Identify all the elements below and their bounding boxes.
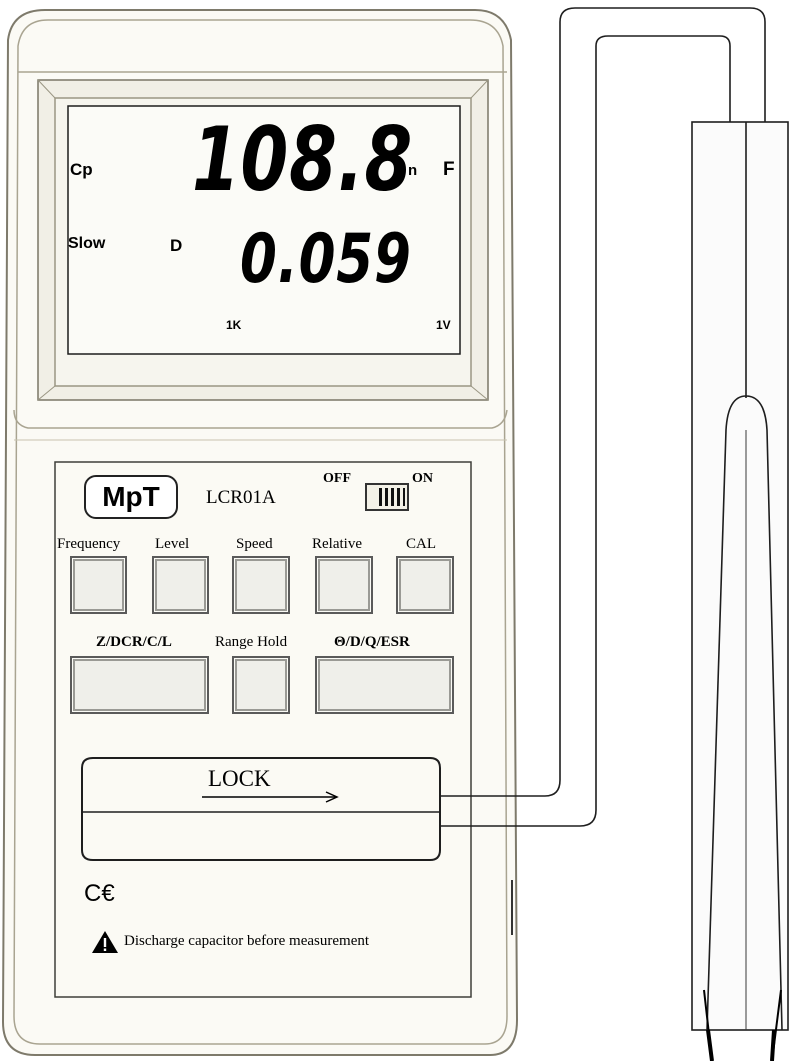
warning-triangle-icon [92,931,118,953]
frequency-button[interactable] [70,556,127,614]
cal-button-label: CAL [406,536,436,552]
switch-on-label: ON [412,471,433,486]
unit-label: F [443,159,455,180]
theta-d-q-esr-button-label: Θ/D/Q/ESR [334,634,410,650]
speed-button-label: Speed [236,536,273,552]
level-button-label: Level [155,536,190,552]
zdcrcl-button[interactable] [70,656,209,714]
brand-logo: MpT [84,475,178,519]
range-hold-button[interactable] [232,656,290,714]
range-hold-button-label: Range Hold [215,634,288,650]
ce-mark: C€ [84,880,115,907]
secondary-reading: 0.059 [240,220,412,299]
frequency-indicator: 1K [226,318,242,332]
power-switch-knob[interactable] [379,488,405,506]
secondary-label: D [170,236,183,255]
power-switch[interactable] [365,483,409,511]
relative-button[interactable] [315,556,373,614]
theta-d-q-esr-button[interactable] [315,656,454,714]
cal-button[interactable] [396,556,454,614]
speed-button[interactable] [232,556,290,614]
speed-indicator: Slow [68,235,106,252]
model-name: LCR01A [206,487,276,508]
switch-off-label: OFF [323,471,351,486]
relative-button-label: Relative [312,536,362,552]
unit-prefix: n [408,162,418,179]
lock-slider[interactable] [82,758,440,860]
frequency-button-label: Frequency [57,536,121,552]
mode-label: Cp [70,160,93,179]
level-button[interactable] [152,556,209,614]
level-indicator: 1V [436,318,451,332]
primary-reading: 108.8 [192,108,414,211]
zdcrcl-button-label: Z/DCR/C/L [96,634,172,650]
warning-text: Discharge capacitor before measurement [124,933,370,949]
